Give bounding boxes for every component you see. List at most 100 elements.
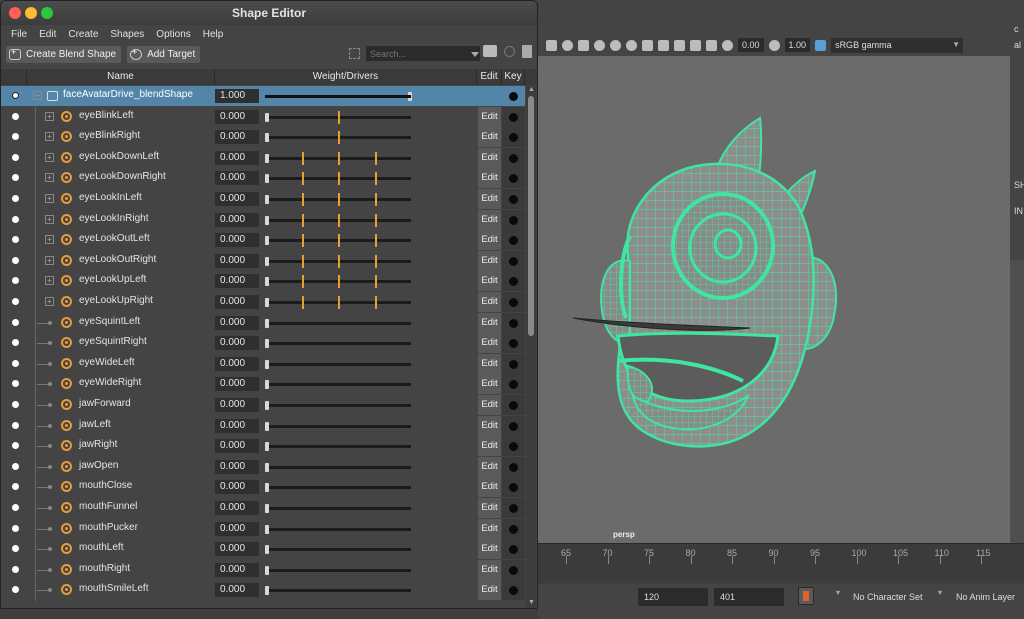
target-weight[interactable]: 0.000 — [215, 192, 259, 206]
visibility-toggle[interactable] — [12, 359, 19, 367]
visibility-toggle[interactable] — [12, 112, 19, 120]
slider-handle[interactable] — [265, 504, 269, 513]
target-weight[interactable]: 0.000 — [215, 480, 259, 495]
edit-button[interactable]: Edit — [478, 209, 501, 230]
blend-shape-weight[interactable]: 1.000 — [215, 89, 259, 103]
edit-button[interactable]: Edit — [478, 168, 501, 189]
target-row[interactable]: jawForward 0.000 Edit — [1, 395, 525, 416]
slider-handle[interactable] — [265, 195, 269, 204]
slider-handle[interactable] — [265, 586, 269, 596]
edit-button[interactable]: Edit — [478, 106, 501, 127]
target-weight[interactable]: 0.000 — [215, 315, 259, 330]
key-button[interactable] — [509, 195, 518, 204]
circle-icon[interactable] — [504, 46, 515, 57]
weight-slider[interactable] — [265, 462, 411, 472]
expand-icon[interactable]: + — [45, 173, 54, 183]
chevron-down-icon[interactable]: ▾ — [938, 588, 942, 597]
target-row[interactable]: + eyeLookDownLeft 0.000 Edit — [1, 147, 525, 169]
expand-icon[interactable]: + — [45, 297, 54, 306]
slider-handle[interactable] — [265, 153, 269, 163]
weight-slider[interactable] — [265, 92, 412, 101]
expand-icon[interactable]: + — [45, 235, 54, 245]
key-button[interactable] — [509, 339, 518, 349]
target-weight[interactable]: 0.000 — [215, 150, 259, 165]
scroll-up-icon[interactable]: ▲ — [528, 86, 535, 93]
slider-handle[interactable] — [265, 298, 269, 307]
target-row[interactable]: mouthRight 0.000 Edit — [1, 559, 525, 581]
target-weight[interactable]: 0.000 — [215, 295, 259, 309]
weight-slider[interactable] — [265, 421, 411, 431]
visibility-toggle[interactable] — [12, 92, 19, 99]
shadow-icon[interactable] — [594, 39, 605, 51]
weight-slider[interactable] — [265, 131, 411, 145]
grid-icon[interactable] — [546, 39, 557, 51]
edit-button[interactable]: Edit — [478, 498, 501, 518]
color-space-dropdown[interactable]: sRGB gamma ▼ — [831, 37, 964, 53]
wireframe-icon[interactable] — [562, 39, 573, 51]
key-button[interactable] — [509, 380, 518, 390]
edit-button[interactable]: Edit — [478, 539, 501, 560]
key-button[interactable] — [509, 421, 518, 431]
expand-icon[interactable]: + — [45, 255, 54, 265]
menu-create[interactable]: Create — [62, 29, 104, 40]
slider-handle[interactable] — [265, 462, 269, 472]
visibility-toggle[interactable] — [12, 442, 19, 450]
edit-button[interactable]: Edit — [478, 292, 501, 312]
target-row[interactable]: eyeSquintLeft 0.000 Edit — [1, 312, 525, 334]
menu-edit[interactable]: Edit — [33, 29, 62, 40]
visibility-toggle[interactable] — [12, 153, 19, 161]
target-row[interactable]: + eyeLookInRight 0.000 Edit — [1, 209, 525, 231]
weight-slider[interactable] — [265, 504, 411, 513]
slider-handle[interactable] — [265, 359, 269, 369]
weight-slider[interactable] — [265, 110, 411, 124]
target-row[interactable]: jawOpen 0.000 Edit — [1, 456, 525, 478]
menu-file[interactable]: File — [5, 29, 33, 40]
key-button[interactable] — [509, 442, 518, 452]
edit-button[interactable]: Edit — [478, 333, 501, 354]
weight-slider[interactable] — [265, 586, 411, 596]
trash-icon[interactable] — [522, 45, 532, 58]
target-weight[interactable]: 0.000 — [215, 212, 259, 227]
key-button[interactable] — [509, 277, 518, 287]
visibility-toggle[interactable] — [12, 421, 19, 429]
edit-button[interactable]: Edit — [478, 127, 501, 148]
key-button[interactable] — [509, 524, 518, 534]
visibility-toggle[interactable] — [12, 195, 19, 202]
edit-button[interactable]: Edit — [478, 250, 501, 271]
weight-slider[interactable] — [265, 296, 411, 309]
visibility-toggle[interactable] — [12, 256, 19, 264]
expand-icon[interactable]: + — [45, 111, 54, 121]
weight-slider[interactable] — [265, 483, 411, 493]
isolate-icon[interactable] — [658, 39, 669, 51]
key-button[interactable] — [509, 359, 518, 369]
target-weight[interactable]: 0.000 — [215, 439, 259, 454]
target-weight[interactable]: 0.000 — [215, 253, 259, 268]
key-button[interactable] — [509, 565, 518, 575]
target-row[interactable]: + eyeLookUpLeft 0.000 Edit — [1, 271, 525, 293]
slider-handle[interactable] — [265, 215, 269, 225]
new-group-icon[interactable] — [483, 45, 497, 57]
exposure-field[interactable]: 0.00 — [738, 38, 764, 52]
weight-slider[interactable] — [265, 565, 411, 575]
target-weight[interactable]: 0.000 — [215, 501, 259, 515]
slider-handle[interactable] — [265, 133, 269, 143]
edit-button[interactable]: Edit — [478, 518, 501, 539]
visibility-toggle[interactable] — [12, 380, 19, 388]
key-button[interactable] — [509, 236, 518, 246]
edit-button[interactable]: Edit — [478, 559, 501, 580]
header-name[interactable]: Name — [27, 69, 215, 85]
collapse-icon[interactable]: − — [33, 91, 42, 100]
target-weight[interactable]: 0.000 — [215, 459, 259, 474]
key-button[interactable] — [509, 298, 518, 307]
target-weight[interactable]: 0.000 — [215, 398, 259, 412]
visibility-toggle[interactable] — [12, 524, 19, 532]
slider-handle[interactable] — [265, 401, 269, 410]
weight-slider[interactable] — [265, 380, 411, 390]
key-button[interactable] — [509, 92, 518, 101]
target-row[interactable]: jawRight 0.000 Edit — [1, 436, 525, 458]
visibility-toggle[interactable] — [12, 586, 19, 594]
slider-handle[interactable] — [265, 256, 269, 266]
menu-help[interactable]: Help — [197, 29, 230, 40]
blend-shape-row[interactable]: − faceAvatarDrive_blendShape 1.000 — [1, 86, 525, 106]
add-target-button[interactable]: Add Target — [127, 45, 201, 63]
